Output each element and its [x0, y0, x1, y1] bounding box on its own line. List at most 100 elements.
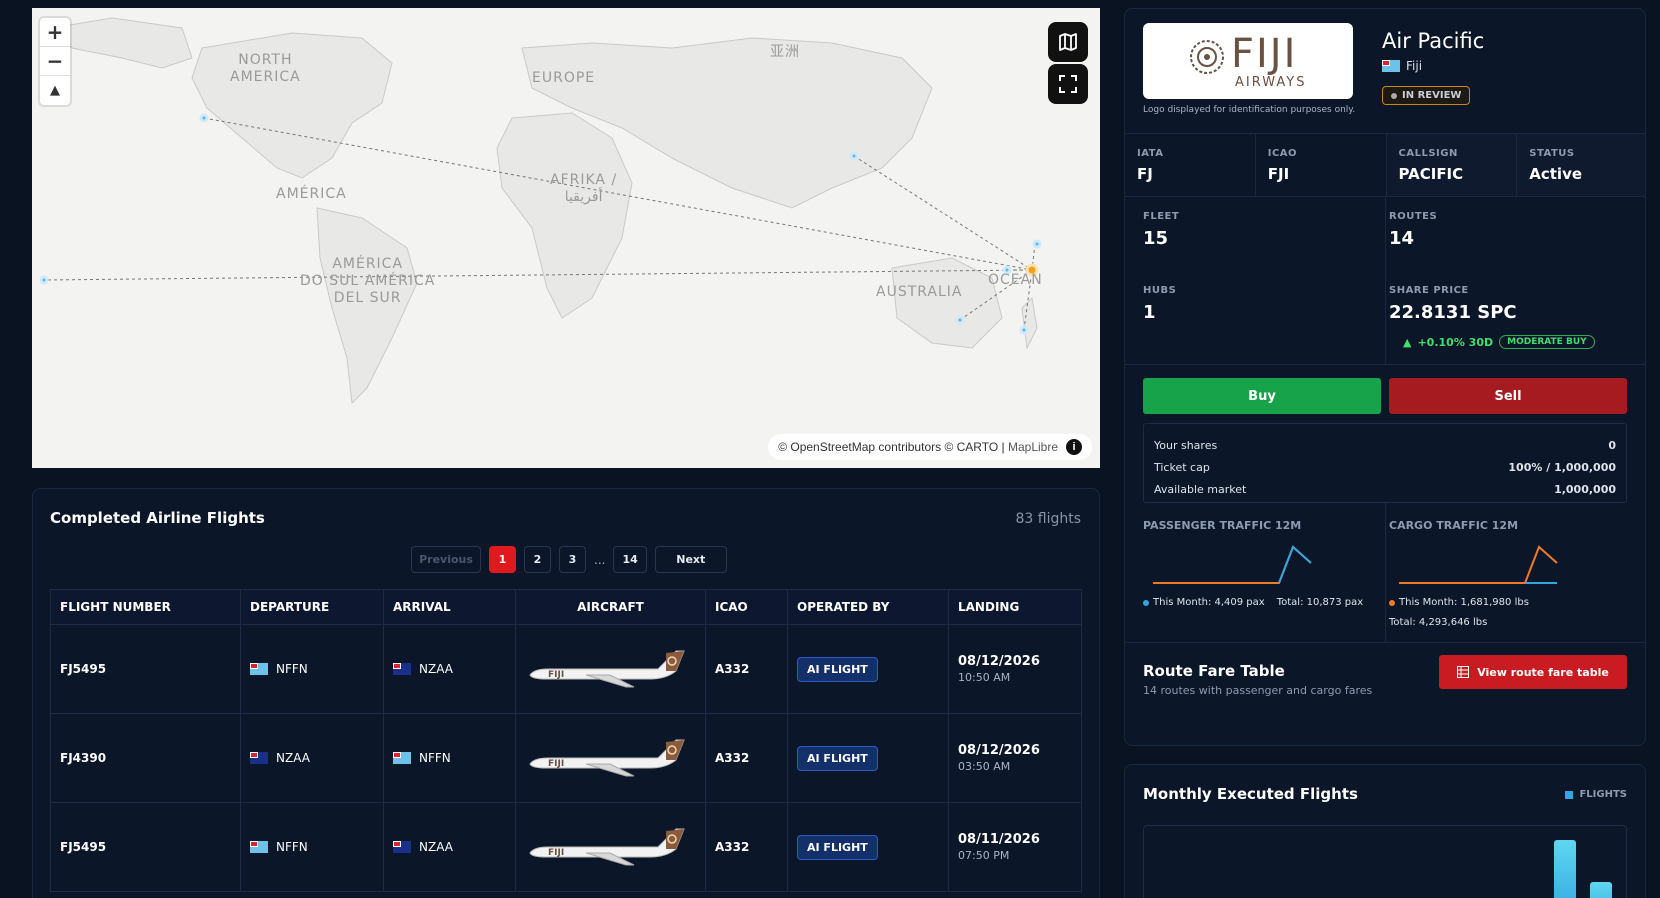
- next-page-button[interactable]: Next: [654, 546, 727, 573]
- stat-label: FLEET: [1143, 211, 1180, 222]
- page-button-2[interactable]: 2: [524, 546, 551, 573]
- aircraft-cell: FIJI: [515, 624, 706, 714]
- operator-badge: AI FLIGHT: [797, 656, 878, 682]
- arrival-flag-icon: [393, 841, 411, 853]
- departure-code: NFFN: [276, 840, 308, 854]
- code-callsign: CALLSIGN PACIFIC: [1386, 134, 1518, 196]
- airline-detail-panel: FIJI AIRWAYS Logo displayed for identifi…: [1124, 8, 1646, 746]
- aircraft-livery-image: FIJI: [529, 828, 685, 865]
- arrival-cell: NZAA: [383, 624, 516, 714]
- route-fare-subtitle: 14 routes with passenger and cargo fares: [1143, 684, 1373, 697]
- legend-swatch-icon: [1565, 790, 1574, 799]
- maplibre-link[interactable]: MapLibre: [1008, 440, 1058, 454]
- monthly-flights-panel: Monthly Executed Flights FLIGHTS: [1124, 764, 1646, 898]
- col-arrival[interactable]: ARRIVAL: [383, 589, 516, 625]
- flight-number: FJ4390: [60, 751, 107, 765]
- icao-cell: A332: [705, 713, 788, 803]
- completed-flights-panel: Completed Airline Flights 83 flights Pre…: [32, 488, 1100, 898]
- share-label: Ticket cap: [1154, 460, 1210, 474]
- cargo-total: Total: 4,293,646 lbs: [1389, 617, 1488, 628]
- operator-cell: AI FLIGHT: [787, 802, 949, 892]
- landing-date: 08/12/2026: [958, 654, 1040, 669]
- operator-cell: AI FLIGHT: [787, 624, 949, 714]
- airline-codes: IATA FJ ICAO FJI CALLSIGN PACIFIC STATUS Act…: [1125, 133, 1645, 197]
- code-value: Active: [1529, 165, 1583, 183]
- col-flight-number[interactable]: FLIGHT NUMBER: [50, 589, 241, 625]
- price-change: ▲ +0.10% 30D MODERATE BUY: [1403, 335, 1595, 349]
- col-departure[interactable]: DEPARTURE: [240, 589, 384, 625]
- route-map[interactable]: NORTH AMERICA EUROPE 亚洲 AMÉRICA AFRIKA /…: [32, 8, 1100, 468]
- previous-page-button[interactable]: Previous: [411, 546, 481, 573]
- landing-date: 08/11/2026: [958, 832, 1040, 847]
- col-landing[interactable]: LANDING: [948, 589, 1082, 625]
- fullscreen-button[interactable]: [1048, 64, 1088, 104]
- stat-value: 14: [1389, 228, 1415, 249]
- zoom-control: + − ▲: [40, 18, 70, 105]
- map-label-america: AMÉRICA: [276, 186, 347, 202]
- stat-value: 22.8131 SPC: [1389, 302, 1517, 323]
- arrival-cell: NZAA: [383, 802, 516, 892]
- flight-number: FJ5495: [60, 662, 107, 676]
- review-status-text: IN REVIEW: [1402, 90, 1462, 101]
- code-label: ICAO: [1267, 148, 1298, 159]
- aircraft-cell: FIJI: [515, 713, 706, 803]
- icao-cell: A332: [705, 624, 788, 714]
- landing-cell: 08/11/2026 07:50 PM: [948, 802, 1082, 892]
- col-aircraft[interactable]: AIRCRAFT: [515, 589, 706, 625]
- departure-cell: NFFN: [240, 802, 384, 892]
- share-value: 100% / 1,000,000: [1508, 460, 1616, 474]
- stat-label: ROUTES: [1389, 211, 1438, 222]
- page-button-14[interactable]: 14: [613, 546, 647, 573]
- zoom-out-button[interactable]: −: [40, 47, 70, 76]
- sell-button[interactable]: Sell: [1389, 378, 1627, 414]
- rating-badge: MODERATE BUY: [1499, 335, 1595, 349]
- stat-hubs: HUBS 1: [1143, 285, 1176, 323]
- passenger-total: Total: 10,873 pax: [1276, 597, 1364, 608]
- flights-table-header: FLIGHT NUMBER DEPARTURE ARRIVAL AIRCRAFT…: [50, 589, 1082, 625]
- traffic-divider: [1385, 503, 1386, 643]
- logo-wordmark: FIJI: [1231, 31, 1298, 77]
- share-value: 0: [1608, 438, 1616, 452]
- status-dot-icon: [1391, 92, 1397, 99]
- departure-flag-icon: [250, 752, 268, 764]
- page-button-1[interactable]: 1: [489, 546, 516, 573]
- page-button-3[interactable]: 3: [559, 546, 586, 573]
- table-row[interactable]: FJ5495 NFFN NZAA FIJI A332 AI FLIGHT 08/11/202…: [50, 802, 1082, 892]
- code-iata: IATA FJ: [1125, 134, 1256, 196]
- cargo-month: This Month: 1,681,980 lbs: [1399, 597, 1529, 608]
- col-icao[interactable]: ICAO: [705, 589, 788, 625]
- view-route-fare-button[interactable]: View route fare table: [1439, 655, 1627, 689]
- logo-subtitle: AIRWAYS: [1235, 75, 1307, 90]
- legend-dot-icon: [1143, 599, 1149, 606]
- stat-value: 15: [1143, 228, 1169, 249]
- zoom-in-button[interactable]: +: [40, 18, 70, 47]
- flight-number-cell: FJ5495: [50, 624, 241, 714]
- landing-time: 07:50 PM: [958, 849, 1010, 862]
- map-style-button[interactable]: [1048, 22, 1088, 62]
- table-row[interactable]: FJ4390 NZAA NFFN FIJI A332 AI FLIGHT 08/12/202…: [50, 713, 1082, 803]
- monthly-legend: FLIGHTS: [1565, 789, 1627, 800]
- departure-flag-icon: [250, 841, 268, 853]
- operator-badge: AI FLIGHT: [797, 834, 878, 860]
- landing-date: 08/12/2026: [958, 743, 1040, 758]
- map-label-south-america: AMÉRICA DO SUL AMÉRICA DEL SUR: [300, 256, 436, 306]
- pagination-ellipsis: ...: [594, 552, 606, 567]
- compass-button[interactable]: ▲: [40, 76, 70, 105]
- code-status: STATUS Active: [1517, 134, 1645, 196]
- monthly-chart-area: [1143, 825, 1627, 898]
- table-icon: [1457, 666, 1470, 678]
- share-row: Available market 1,000,000: [1154, 478, 1616, 500]
- monthly-bar: [1554, 840, 1576, 898]
- airline-emblem-icon: [1190, 40, 1224, 74]
- map-attribution: © OpenStreetMap contributors © CARTO | M…: [768, 434, 1092, 460]
- arrival-code: NZAA: [419, 840, 453, 854]
- table-row[interactable]: FJ5495 NFFN NZAA FIJI A332 AI FLIGHT 08/12/202…: [50, 624, 1082, 714]
- departure-cell: NZAA: [240, 713, 384, 803]
- cargo-legend-month: This Month: 1,681,980 lbs: [1389, 597, 1529, 608]
- code-value: FJI: [1267, 165, 1290, 183]
- stat-value: 1: [1143, 302, 1156, 323]
- col-operated-by[interactable]: OPERATED BY: [787, 589, 949, 625]
- buy-button[interactable]: Buy: [1143, 378, 1381, 414]
- icao-code: A332: [715, 751, 750, 765]
- info-icon[interactable]: i: [1066, 439, 1082, 455]
